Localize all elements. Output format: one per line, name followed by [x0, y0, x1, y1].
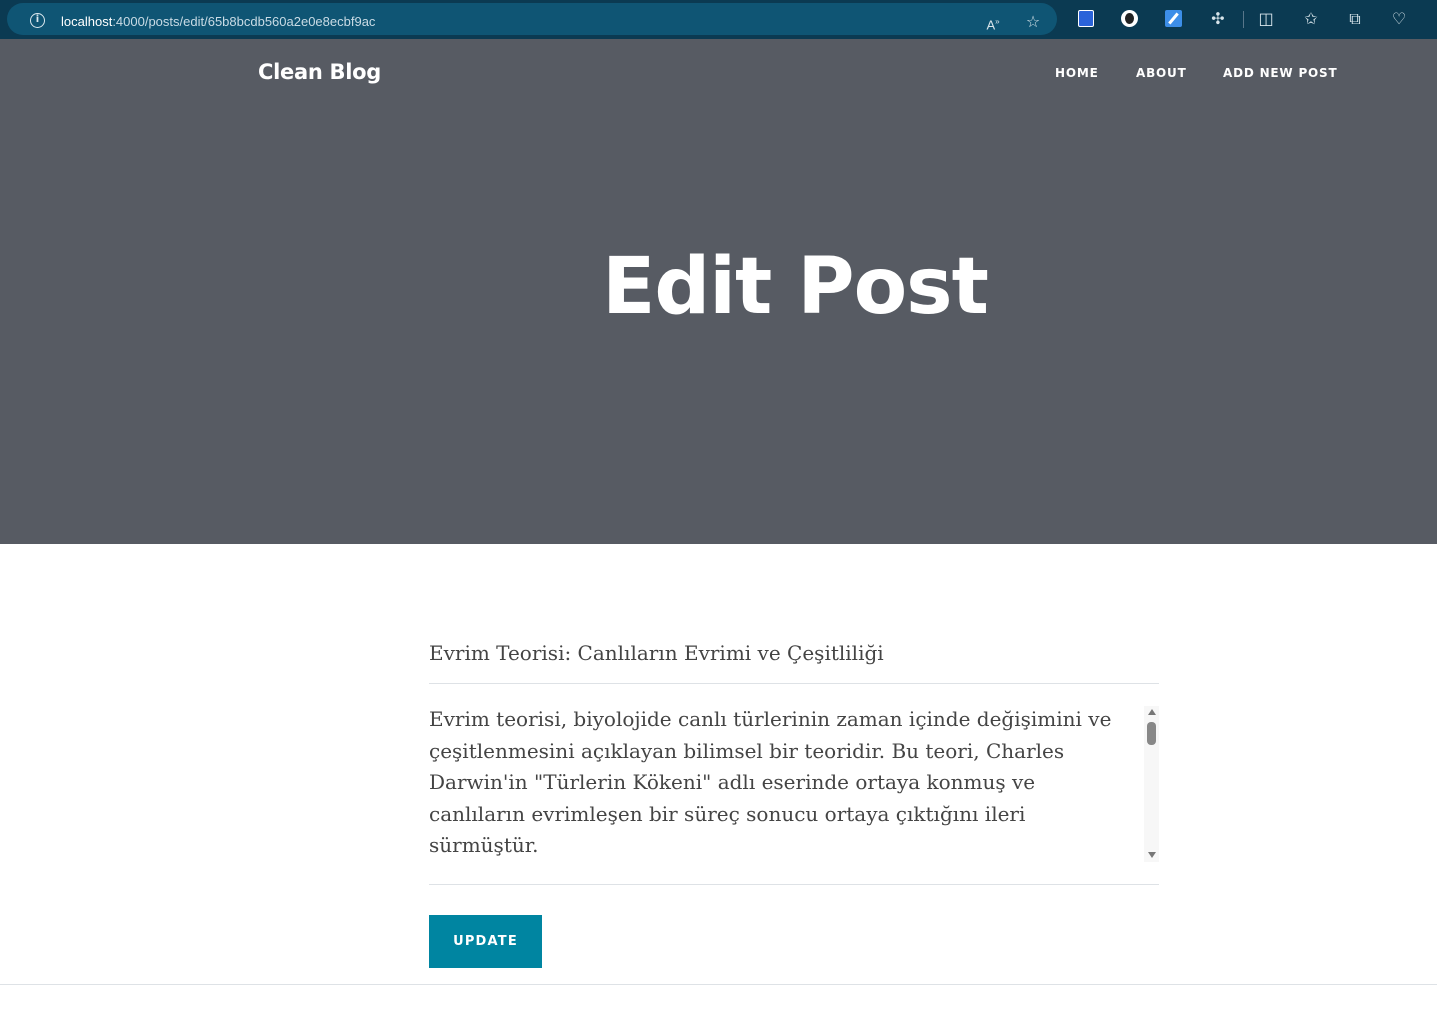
url-text[interactable]: localhost:4000/posts/edit/65b8bcdb560a2e… — [61, 14, 375, 29]
scroll-up-arrow-icon[interactable] — [1148, 709, 1156, 715]
scroll-thumb[interactable] — [1147, 722, 1156, 745]
collections-icon[interactable]: ⧉ — [1345, 9, 1365, 29]
textarea-underline — [429, 884, 1159, 885]
media-extension-icon[interactable] — [1121, 10, 1138, 27]
writing-extension-icon[interactable] — [1165, 10, 1182, 27]
post-title-input[interactable] — [429, 622, 1159, 684]
puzzle-icon[interactable]: ✣ — [1208, 9, 1228, 29]
address-bar[interactable]: i localhost:4000/posts/edit/65b8bcdb560a… — [7, 3, 1057, 35]
read-aloud-icon[interactable]: A» — [983, 12, 1003, 32]
update-button[interactable]: UPDATE — [429, 915, 542, 968]
scroll-down-arrow-icon[interactable] — [1148, 852, 1156, 858]
star-icon[interactable]: ☆ — [1023, 12, 1043, 32]
nav-link-home[interactable]: HOME — [1055, 66, 1099, 80]
heart-icon[interactable]: ♡ — [1389, 9, 1409, 29]
favorites-icon[interactable]: ✩ — [1301, 9, 1321, 29]
nav-link-about[interactable]: ABOUT — [1136, 66, 1187, 80]
nav-link-add-new-post[interactable]: ADD NEW POST — [1223, 66, 1337, 80]
split-screen-icon[interactable]: ◫ — [1256, 9, 1276, 29]
textarea-scrollbar[interactable] — [1144, 706, 1159, 862]
page-title: Edit Post — [602, 242, 989, 332]
info-icon[interactable]: i — [30, 13, 45, 28]
footer-divider — [0, 984, 1437, 985]
browser-toolbar: i localhost:4000/posts/edit/65b8bcdb560a… — [0, 0, 1437, 39]
brand-logo[interactable]: Clean Blog — [258, 60, 381, 84]
toolbar-divider — [1243, 11, 1244, 28]
bitwarden-extension-icon[interactable] — [1078, 10, 1094, 27]
post-content-textarea[interactable]: Evrim teorisi, biyolojide canlı türlerin… — [429, 704, 1133, 879]
